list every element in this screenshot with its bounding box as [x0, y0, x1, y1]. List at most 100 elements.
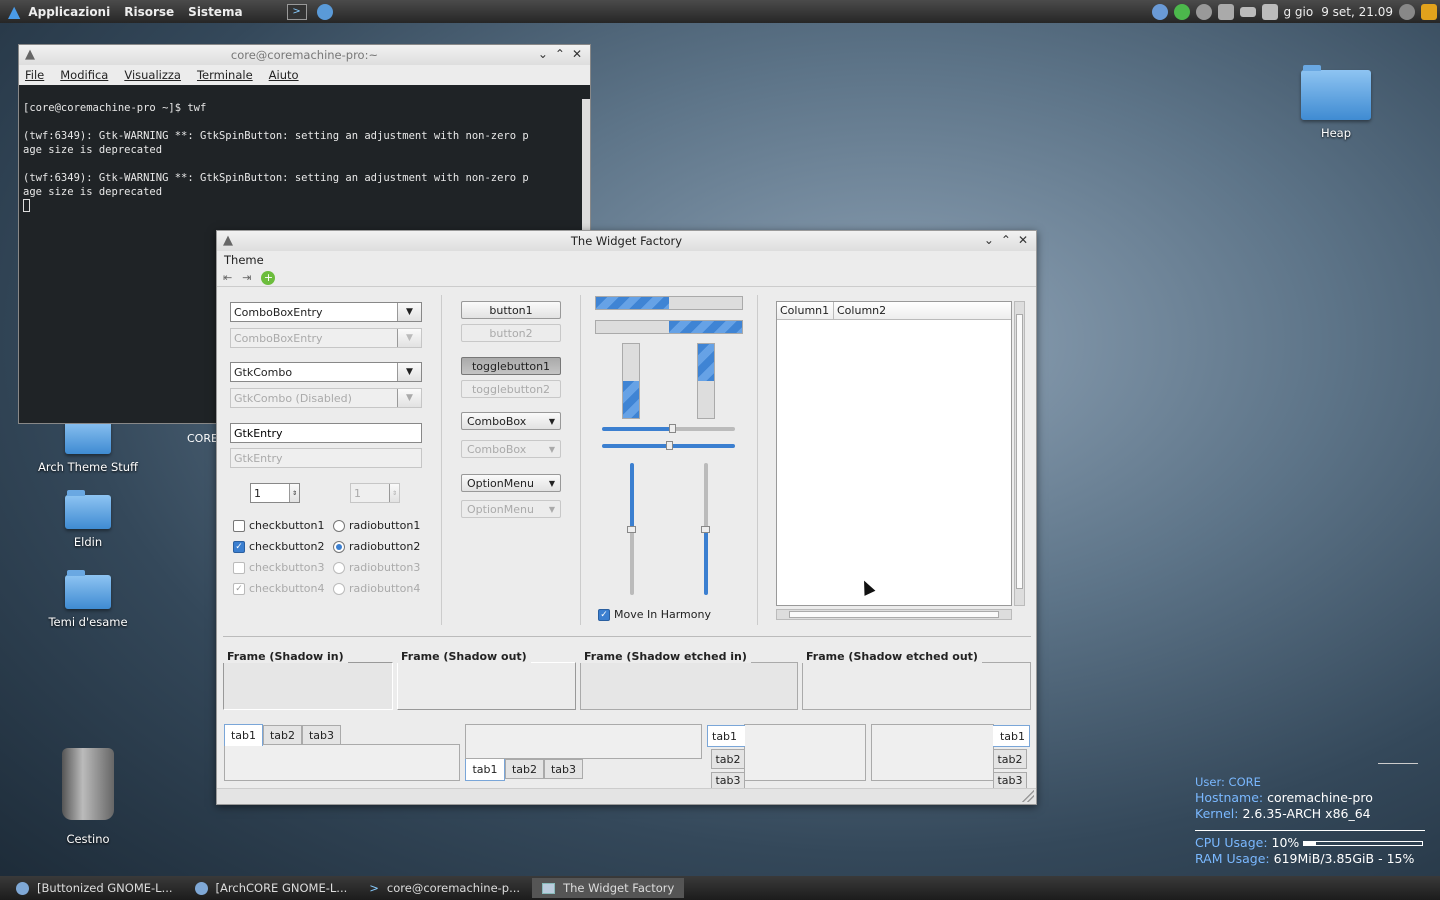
scrollbar-thumb[interactable]: [789, 611, 999, 618]
frame-label: Frame (Shadow etched in): [580, 650, 751, 663]
arch-logo-icon[interactable]: ▲: [8, 2, 20, 21]
user-icon[interactable]: [1152, 3, 1169, 20]
desktop-icon-heap[interactable]: Heap: [1281, 65, 1391, 140]
notebook-bottom-tab2[interactable]: tab2: [505, 759, 544, 779]
gtkcombo[interactable]: GtkCombo ▼: [230, 362, 422, 382]
add-icon[interactable]: +: [261, 270, 276, 285]
task-widget-factory[interactable]: The Widget Factory: [532, 878, 685, 898]
notebook-left-tab3[interactable]: tab3: [711, 772, 745, 788]
menu-aiuto[interactable]: Aiuto: [269, 68, 299, 82]
maximize-icon[interactable]: ⌃: [555, 47, 565, 61]
conky-widget: User: CORE Hostname: coremachine-pro Ker…: [1183, 763, 1428, 867]
notebook-left-tab1[interactable]: tab1: [707, 725, 745, 747]
notebook-right-tab1[interactable]: tab1: [993, 725, 1030, 747]
terminal-titlebar[interactable]: ▲ core@coremachine-pro:~ ⌄ ⌃ ✕: [19, 45, 590, 65]
browser-launcher-icon[interactable]: [316, 3, 333, 20]
treeview[interactable]: Column1 Column2: [776, 301, 1012, 606]
combobox[interactable]: ComboBox ▼: [461, 412, 561, 430]
sync-icon[interactable]: [1196, 3, 1213, 20]
notebook-top-tab2[interactable]: tab2: [263, 725, 302, 745]
menu-visualizza[interactable]: Visualizza: [124, 68, 181, 82]
maximize-icon[interactable]: ⌃: [1001, 233, 1011, 247]
notebook-top-tab3[interactable]: tab3: [302, 725, 341, 745]
task-buttonized[interactable]: [Buttonized GNOME-L...: [0, 878, 183, 898]
hscale-1[interactable]: [602, 424, 735, 433]
menu-risorse[interactable]: Risorse: [124, 5, 174, 19]
terminal-launcher-icon[interactable]: >: [286, 3, 307, 20]
terminal-line: (twf:6349): Gtk-WARNING **: GtkSpinButto…: [23, 172, 529, 184]
desktop-icon-arch-theme-stuff[interactable]: Arch Theme Stuff: [33, 415, 143, 474]
notebook-bottom-tab1[interactable]: tab1: [465, 759, 505, 781]
update-icon[interactable]: [1174, 3, 1191, 20]
comboboxentry-value: ComboBoxEntry: [234, 305, 323, 319]
close-icon[interactable]: ✕: [572, 47, 582, 61]
notebook-left-tab2[interactable]: tab2: [711, 749, 745, 769]
menu-file[interactable]: File: [25, 68, 44, 82]
notebook-right-tab3[interactable]: tab3: [993, 772, 1027, 788]
optionmenu[interactable]: OptionMenu ▼: [461, 474, 561, 492]
comboboxentry[interactable]: ComboBoxEntry ▼: [230, 302, 422, 322]
vscale-1[interactable]: [627, 463, 636, 595]
spinbutton[interactable]: 1 ⇕: [250, 483, 300, 503]
togglebutton1[interactable]: togglebutton1: [461, 357, 561, 375]
volume-icon[interactable]: [1262, 3, 1279, 20]
notebook-top-tab1[interactable]: tab1: [224, 724, 263, 746]
chevron-down-icon[interactable]: ▼: [397, 303, 421, 321]
lock-icon[interactable]: [1421, 3, 1437, 20]
top-panel: ▲ Applicazioni Risorse Sistema > g gio 9…: [0, 0, 1440, 23]
minimize-icon[interactable]: ⌄: [538, 47, 548, 61]
scrollbar-thumb[interactable]: [1016, 314, 1023, 589]
desktop-icon-cestino[interactable]: Cestino: [33, 748, 143, 846]
moon-icon[interactable]: [1399, 3, 1415, 20]
column-header-1[interactable]: Column1: [777, 302, 834, 319]
desktop-icon-label: Temi d'esame: [48, 615, 128, 629]
task-terminal[interactable]: > core@coremachine-p...: [359, 878, 530, 898]
terminal-output[interactable]: [core@coremachine-pro ~]$ twf (twf:6349):…: [19, 85, 590, 242]
next-icon[interactable]: ⇥: [242, 271, 251, 284]
wf-titlebar[interactable]: ▲ The Widget Factory ⌄ ⌃ ✕: [217, 231, 1036, 251]
resize-grip-icon[interactable]: [1022, 790, 1034, 802]
desktop-icon-eldin[interactable]: Eldin: [33, 490, 143, 549]
checkbutton1[interactable]: checkbutton1: [233, 519, 325, 532]
menu-modifica[interactable]: Modifica: [60, 68, 108, 82]
first-icon[interactable]: ⇤: [223, 271, 232, 284]
horizontal-scrollbar[interactable]: [776, 609, 1012, 620]
close-icon[interactable]: ✕: [1018, 233, 1028, 247]
separator: [757, 295, 758, 625]
trash-icon: [62, 748, 114, 820]
task-archcore[interactable]: [ArchCORE GNOME-L...: [185, 878, 358, 898]
menu-terminale[interactable]: Terminale: [197, 68, 253, 82]
slider-handle[interactable]: [668, 424, 676, 433]
user-name[interactable]: g gio: [1283, 5, 1313, 19]
notebook-right-tab2[interactable]: tab2: [993, 749, 1027, 769]
vertical-scrollbar[interactable]: [1014, 301, 1025, 606]
desktop-icon-core-label[interactable]: CORE: [187, 432, 218, 445]
menu-applicazioni[interactable]: Applicazioni: [28, 5, 110, 19]
menu-sistema[interactable]: Sistema: [188, 5, 242, 19]
notebook-bottom-tab3[interactable]: tab3: [544, 759, 583, 779]
desktop-icon-temi[interactable]: Temi d'esame: [33, 570, 143, 629]
button1[interactable]: button1: [461, 301, 561, 319]
minimize-icon[interactable]: ⌄: [984, 233, 994, 247]
battery-icon[interactable]: [1240, 6, 1257, 17]
hscale-2[interactable]: [602, 441, 735, 450]
spin-arrows-icon[interactable]: ⇕: [289, 484, 299, 502]
wifi-icon[interactable]: [1218, 3, 1235, 20]
gtkcombo-disabled-value: GtkCombo (Disabled): [234, 391, 352, 405]
terminal-line: age size is deprecated: [23, 186, 163, 198]
menu-theme[interactable]: Theme: [217, 251, 1036, 269]
gtkentry[interactable]: [230, 423, 422, 443]
clock[interactable]: 9 set, 21.09: [1321, 5, 1393, 19]
checkbutton2[interactable]: ✓ checkbutton2: [233, 540, 325, 553]
browser-icon: [16, 881, 29, 895]
radiobutton1[interactable]: radiobutton1: [333, 519, 420, 532]
vscale-2[interactable]: [701, 463, 710, 595]
widget-factory-window[interactable]: ▲ The Widget Factory ⌄ ⌃ ✕ Theme ⇤ ⇥ + Comb…: [216, 230, 1037, 805]
move-in-harmony-check[interactable]: ✓ Move In Harmony: [598, 608, 711, 621]
slider-handle[interactable]: [627, 526, 636, 534]
slider-handle[interactable]: [701, 526, 710, 534]
chevron-down-icon[interactable]: ▼: [397, 363, 421, 381]
slider-handle[interactable]: [665, 441, 673, 450]
column-header-2[interactable]: Column2: [834, 302, 1011, 319]
radiobutton2[interactable]: radiobutton2: [333, 540, 420, 553]
